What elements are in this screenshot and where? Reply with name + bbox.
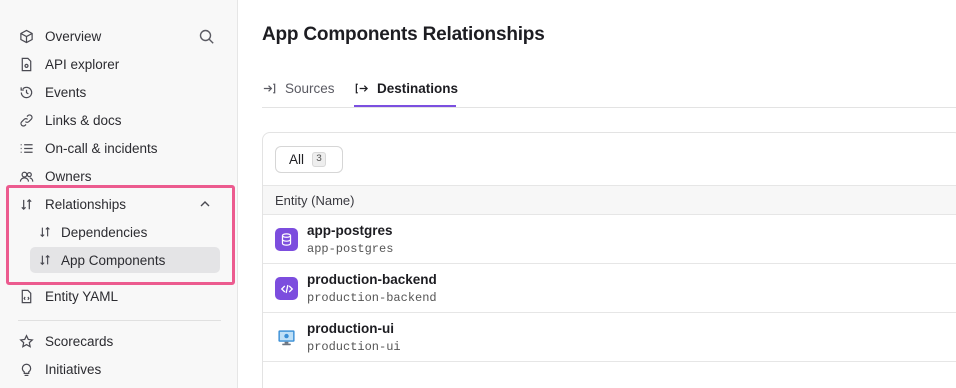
sidebar-item-label: Links & docs [45, 112, 122, 128]
entity-tag: app-postgres [307, 242, 394, 256]
database-icon [275, 228, 298, 251]
sidebar-subitem-label: App Components [61, 252, 166, 268]
star-icon [18, 333, 34, 349]
list-icon [18, 140, 34, 156]
active-tab-indicator [354, 105, 456, 107]
arrows-updown-icon [38, 225, 52, 239]
users-icon [18, 168, 34, 184]
entity-name[interactable]: production-ui [307, 321, 394, 336]
sidebar-item-label: Owners [45, 168, 92, 184]
sidebar-item-label: Relationships [45, 196, 127, 212]
tab-sources[interactable]: Sources [262, 70, 335, 107]
history-icon [18, 84, 34, 100]
link-icon [18, 112, 34, 128]
sidebar-item-scorecards[interactable]: Scorecards [18, 328, 113, 354]
sidebar-item-overview[interactable]: Overview [18, 23, 101, 49]
monitor-icon [275, 326, 298, 349]
api-file-icon [18, 56, 34, 72]
table-row[interactable]: production-backend production-backend [263, 264, 956, 313]
table-row[interactable]: production-ui production-ui [263, 313, 956, 362]
filter-label: All [289, 152, 305, 167]
sidebar-subitem-app-components[interactable]: App Components [30, 247, 220, 273]
page-title: App Components Relationships [262, 24, 545, 45]
arrows-updown-icon [38, 253, 52, 267]
sidebar-divider [18, 320, 221, 321]
entity-name[interactable]: production-backend [307, 272, 437, 287]
sidebar-item-label: On-call & incidents [45, 140, 158, 156]
tab-bar: Sources Destinations [262, 70, 956, 108]
sidebar-item-oncall[interactable]: On-call & incidents [18, 135, 158, 161]
arrow-into-bracket-icon [262, 81, 277, 96]
tab-label: Destinations [377, 81, 459, 96]
lightbulb-icon [18, 361, 34, 377]
search-icon[interactable] [198, 28, 215, 45]
entity-name[interactable]: app-postgres [307, 223, 393, 238]
sidebar-item-api-explorer[interactable]: API explorer [18, 51, 119, 77]
sidebar: Overview API explorer Events Links & doc… [0, 0, 238, 388]
entity-tag: production-backend [307, 291, 437, 305]
sidebar-item-label: Initiatives [45, 361, 102, 377]
sidebar-item-label: Overview [45, 28, 102, 44]
tab-label: Sources [285, 81, 335, 96]
table-header: Entity (Name) [263, 185, 956, 215]
sidebar-item-label: API explorer [45, 56, 120, 72]
sidebar-item-relationships[interactable]: Relationships [18, 191, 126, 217]
sidebar-item-links-docs[interactable]: Links & docs [18, 107, 122, 133]
entity-tag: production-ui [307, 340, 401, 354]
code-icon [275, 277, 298, 300]
table-row[interactable]: app-postgres app-postgres [263, 215, 956, 264]
tab-destinations[interactable]: Destinations [354, 70, 458, 107]
filter-all-button[interactable]: All 3 [275, 146, 343, 173]
sidebar-subitem-dependencies[interactable]: Dependencies [30, 219, 220, 245]
arrows-updown-icon [18, 196, 34, 212]
column-header-entity[interactable]: Entity (Name) [275, 193, 354, 208]
sidebar-item-events[interactable]: Events [18, 79, 86, 105]
relationships-card: All 3 Entity (Name) app-postgres app-pos… [262, 132, 956, 388]
cube-icon [18, 28, 34, 44]
chevron-up-icon[interactable] [198, 197, 212, 211]
sidebar-subitem-label: Dependencies [61, 224, 148, 240]
sidebar-item-label: Scorecards [45, 333, 114, 349]
sidebar-item-label: Events [45, 84, 87, 100]
arrow-out-bracket-icon [354, 81, 369, 96]
filter-count-badge: 3 [312, 152, 327, 167]
sidebar-item-entity-yaml[interactable]: Entity YAML [18, 283, 118, 309]
sidebar-item-initiatives[interactable]: Initiatives [18, 356, 101, 382]
sidebar-item-label: Entity YAML [45, 288, 119, 304]
yaml-file-icon [18, 288, 34, 304]
